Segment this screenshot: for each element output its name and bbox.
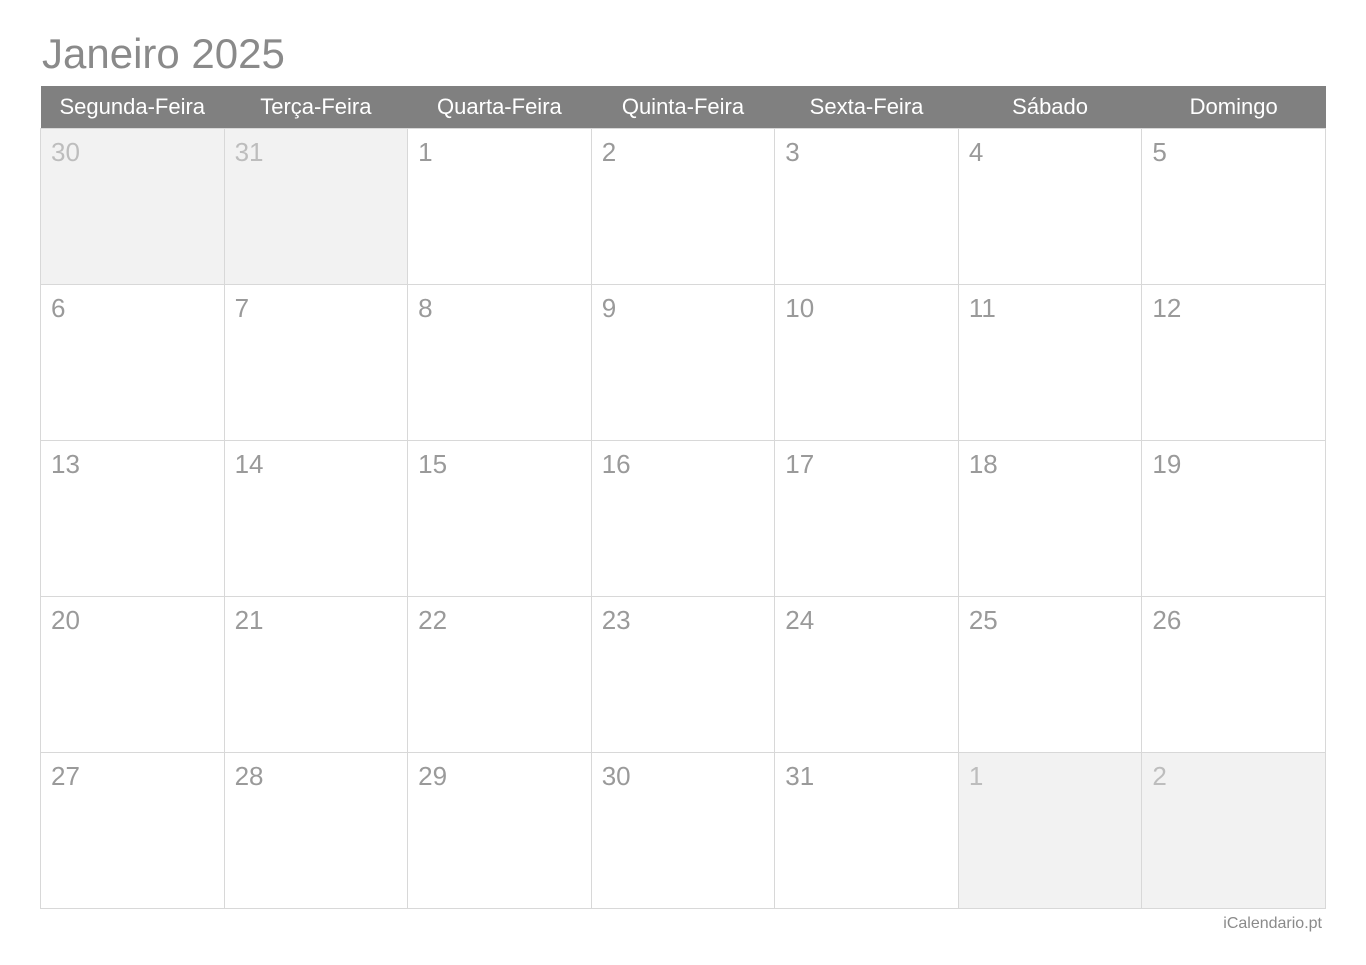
- day-cell: 4: [958, 129, 1142, 285]
- week-row: 30 31 1 2 3 4 5: [41, 129, 1326, 285]
- day-cell: 2: [591, 129, 775, 285]
- day-cell: 9: [591, 285, 775, 441]
- day-cell: 23: [591, 597, 775, 753]
- weekday-header: Sexta-Feira: [775, 86, 959, 129]
- day-cell: 22: [408, 597, 592, 753]
- day-cell: 6: [41, 285, 225, 441]
- calendar-body: 30 31 1 2 3 4 5 6 7 8 9 10 11 12 13 14 1…: [41, 129, 1326, 909]
- week-row: 20 21 22 23 24 25 26: [41, 597, 1326, 753]
- weekday-header: Quarta-Feira: [408, 86, 592, 129]
- day-cell: 11: [958, 285, 1142, 441]
- weekday-header: Sábado: [958, 86, 1142, 129]
- weekday-header-row: Segunda-Feira Terça-Feira Quarta-Feira Q…: [41, 86, 1326, 129]
- weekday-header: Terça-Feira: [224, 86, 408, 129]
- weekday-header: Segunda-Feira: [41, 86, 225, 129]
- week-row: 27 28 29 30 31 1 2: [41, 753, 1326, 909]
- day-cell: 12: [1142, 285, 1326, 441]
- day-cell: 17: [775, 441, 959, 597]
- weekday-header: Quinta-Feira: [591, 86, 775, 129]
- day-cell: 3: [775, 129, 959, 285]
- day-cell: 18: [958, 441, 1142, 597]
- weekday-header: Domingo: [1142, 86, 1326, 129]
- day-cell: 13: [41, 441, 225, 597]
- day-cell: 24: [775, 597, 959, 753]
- day-cell: 25: [958, 597, 1142, 753]
- day-cell: 21: [224, 597, 408, 753]
- calendar-title: Janeiro 2025: [40, 30, 1326, 78]
- day-cell: 15: [408, 441, 592, 597]
- day-cell: 1: [408, 129, 592, 285]
- day-cell: 30: [41, 129, 225, 285]
- day-cell: 28: [224, 753, 408, 909]
- day-cell: 8: [408, 285, 592, 441]
- calendar-table: Segunda-Feira Terça-Feira Quarta-Feira Q…: [40, 86, 1326, 909]
- footer-attribution: iCalendario.pt: [40, 915, 1326, 933]
- day-cell: 14: [224, 441, 408, 597]
- day-cell: 10: [775, 285, 959, 441]
- day-cell: 1: [958, 753, 1142, 909]
- day-cell: 16: [591, 441, 775, 597]
- day-cell: 27: [41, 753, 225, 909]
- day-cell: 20: [41, 597, 225, 753]
- day-cell: 29: [408, 753, 592, 909]
- week-row: 13 14 15 16 17 18 19: [41, 441, 1326, 597]
- day-cell: 31: [224, 129, 408, 285]
- day-cell: 31: [775, 753, 959, 909]
- day-cell: 5: [1142, 129, 1326, 285]
- day-cell: 30: [591, 753, 775, 909]
- day-cell: 26: [1142, 597, 1326, 753]
- week-row: 6 7 8 9 10 11 12: [41, 285, 1326, 441]
- day-cell: 2: [1142, 753, 1326, 909]
- day-cell: 7: [224, 285, 408, 441]
- day-cell: 19: [1142, 441, 1326, 597]
